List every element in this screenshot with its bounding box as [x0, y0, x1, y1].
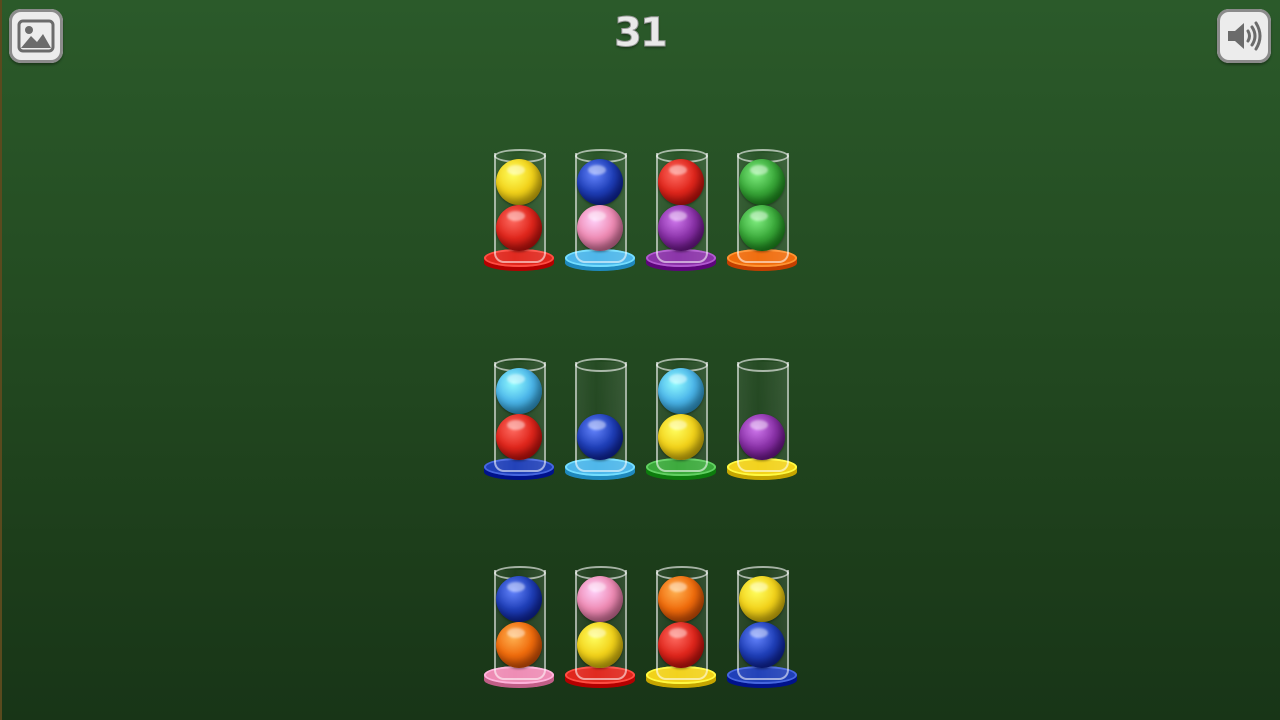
sound-toggle-button[interactable]: [1217, 9, 1271, 63]
ball-red: [658, 622, 704, 668]
ball-yellow: [577, 622, 623, 668]
tube-rim: [737, 358, 789, 372]
tube[interactable]: [484, 149, 556, 275]
background-image-button[interactable]: [9, 9, 63, 63]
ball-green: [739, 205, 785, 251]
tube[interactable]: [646, 566, 718, 692]
ball-blue: [496, 576, 542, 622]
tube[interactable]: [565, 149, 637, 275]
ball-blue: [739, 622, 785, 668]
ball-red: [496, 205, 542, 251]
tube[interactable]: [646, 358, 718, 484]
tube[interactable]: [484, 566, 556, 692]
tube[interactable]: [727, 566, 799, 692]
tube[interactable]: [565, 358, 637, 484]
ball-blue: [577, 159, 623, 205]
ball-pink: [577, 576, 623, 622]
tube[interactable]: [646, 149, 718, 275]
tube-rim: [575, 358, 627, 372]
ball-red: [658, 159, 704, 205]
ball-yellow: [658, 414, 704, 460]
ball-lightblue: [496, 368, 542, 414]
tube[interactable]: [727, 149, 799, 275]
ball-green: [739, 159, 785, 205]
speaker-icon: [1228, 21, 1262, 51]
ball-yellow: [739, 576, 785, 622]
tube[interactable]: [484, 358, 556, 484]
left-edge-divider: [0, 0, 2, 720]
image-icon: [17, 19, 55, 53]
ball-purple: [658, 205, 704, 251]
ball-lightblue: [658, 368, 704, 414]
ball-pink: [577, 205, 623, 251]
ball-orange: [658, 576, 704, 622]
ball-purple: [739, 414, 785, 460]
level-number: 31: [614, 10, 669, 57]
ball-red: [496, 414, 542, 460]
ball-blue: [577, 414, 623, 460]
ball-yellow: [496, 159, 542, 205]
tube[interactable]: [565, 566, 637, 692]
tube[interactable]: [727, 358, 799, 484]
ball-orange: [496, 622, 542, 668]
